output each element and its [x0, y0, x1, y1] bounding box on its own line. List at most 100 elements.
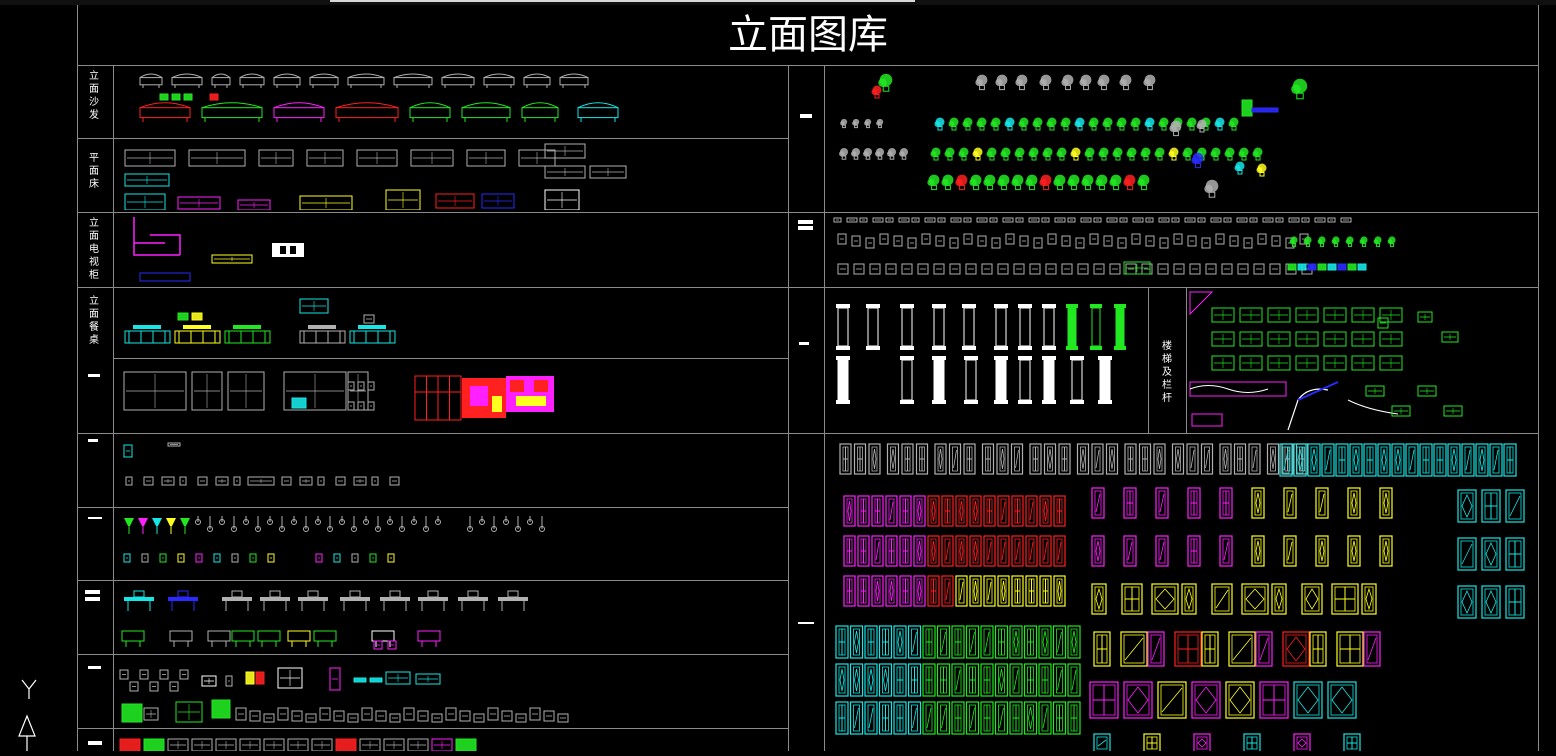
door-block[interactable] — [941, 495, 954, 527]
cad-block[interactable] — [335, 476, 346, 486]
cad-block[interactable] — [353, 677, 367, 683]
cad-block[interactable] — [249, 553, 257, 563]
column-block[interactable] — [866, 304, 880, 350]
column-block[interactable] — [994, 304, 1008, 350]
cad-block[interactable] — [385, 671, 411, 685]
column-block[interactable] — [994, 356, 1008, 404]
plant-block[interactable] — [1000, 147, 1011, 161]
door-block[interactable] — [994, 663, 1009, 697]
cad-block[interactable] — [1269, 263, 1281, 275]
lamp-block[interactable] — [255, 516, 261, 532]
door-block[interactable] — [1025, 495, 1038, 527]
lamp-block[interactable] — [515, 516, 521, 532]
gallery-tv-cabinet[interactable] — [120, 215, 780, 285]
door-block[interactable] — [1309, 631, 1327, 667]
cad-block[interactable] — [258, 149, 294, 167]
cad-block[interactable] — [1365, 385, 1385, 397]
cad-block[interactable] — [1215, 233, 1225, 245]
door-block[interactable] — [1023, 625, 1038, 659]
plant-block[interactable] — [990, 117, 1001, 131]
cad-block[interactable] — [1119, 217, 1128, 223]
cad-block[interactable] — [1347, 263, 1357, 271]
cad-block[interactable] — [1061, 263, 1073, 275]
door-block[interactable] — [915, 443, 929, 475]
gallery-misc[interactable] — [118, 731, 778, 751]
lamp-block[interactable] — [152, 518, 162, 534]
door-block[interactable] — [1157, 681, 1187, 719]
door-block[interactable] — [1186, 443, 1199, 475]
cad-block[interactable] — [1251, 107, 1279, 113]
sofa-block[interactable] — [461, 102, 511, 122]
door-block[interactable] — [857, 575, 870, 607]
gallery-cabinets[interactable] — [120, 362, 780, 432]
cad-block[interactable] — [211, 254, 253, 264]
door-block[interactable] — [1248, 443, 1261, 475]
plant-block[interactable] — [852, 118, 860, 129]
cad-block[interactable] — [143, 476, 154, 486]
cad-block[interactable] — [963, 217, 972, 223]
cad-block[interactable] — [363, 314, 375, 324]
door-block[interactable] — [1193, 733, 1211, 751]
cad-block[interactable] — [403, 707, 415, 721]
cad-block[interactable] — [1323, 355, 1347, 371]
cad-block[interactable] — [351, 553, 359, 563]
sofa-block[interactable] — [409, 102, 451, 122]
door-block[interactable] — [878, 625, 893, 659]
door-block[interactable] — [1010, 443, 1024, 475]
cad-block[interactable] — [501, 710, 513, 722]
door-block[interactable] — [899, 575, 912, 607]
cad-block[interactable] — [291, 397, 307, 409]
door-block[interactable] — [839, 443, 852, 475]
door-block[interactable] — [1091, 583, 1107, 615]
door-block[interactable] — [1219, 443, 1232, 475]
plant-block[interactable] — [976, 117, 987, 131]
door-block[interactable] — [951, 701, 965, 735]
plant-block[interactable] — [1039, 74, 1052, 91]
door-block[interactable] — [955, 575, 968, 607]
cad-block[interactable] — [1033, 237, 1043, 249]
door-block[interactable] — [983, 535, 996, 567]
door-block[interactable] — [1347, 487, 1361, 519]
door-block[interactable] — [1475, 443, 1489, 477]
cad-block[interactable] — [1041, 217, 1050, 223]
door-block[interactable] — [1457, 537, 1477, 571]
cad-block[interactable] — [1103, 235, 1113, 247]
cad-block[interactable] — [1327, 263, 1337, 271]
cad-block[interactable] — [435, 193, 475, 209]
plant-block[interactable] — [941, 174, 954, 191]
cad-block[interactable] — [335, 738, 357, 751]
plant-block[interactable] — [1119, 74, 1132, 91]
cad-block[interactable] — [1301, 217, 1310, 223]
plant-block[interactable] — [1112, 147, 1123, 161]
cad-block[interactable] — [277, 667, 303, 689]
door-block[interactable] — [1315, 487, 1329, 519]
cad-block[interactable] — [299, 195, 353, 210]
cad-block[interactable] — [353, 476, 367, 486]
door-block[interactable] — [893, 701, 907, 735]
cad-block[interactable] — [267, 553, 275, 563]
cad-block[interactable] — [255, 671, 265, 685]
plant-block[interactable] — [1074, 117, 1085, 131]
door-block[interactable] — [878, 701, 893, 735]
cad-block[interactable] — [129, 681, 139, 692]
lamp-block[interactable] — [279, 516, 285, 532]
cad-block[interactable] — [161, 476, 175, 486]
cad-block[interactable] — [1239, 331, 1263, 347]
door-block[interactable] — [907, 625, 922, 659]
door-block[interactable] — [1011, 575, 1024, 607]
gallery-doors-windows[interactable] — [832, 440, 1532, 751]
plant-block[interactable] — [840, 118, 848, 129]
cad-block[interactable] — [473, 713, 485, 723]
table-chair-block[interactable] — [287, 630, 311, 647]
cad-block[interactable] — [329, 667, 341, 691]
door-block[interactable] — [1241, 583, 1269, 615]
dining-set-block[interactable] — [299, 325, 346, 344]
cad-block[interactable] — [481, 193, 515, 209]
door-block[interactable] — [1331, 583, 1359, 615]
plant-block[interactable] — [1182, 147, 1193, 161]
door-block[interactable] — [1053, 495, 1066, 527]
column-block[interactable] — [1042, 304, 1056, 350]
cad-block[interactable] — [177, 553, 185, 563]
cad-block[interactable] — [347, 401, 355, 411]
door-block[interactable] — [1052, 663, 1067, 697]
